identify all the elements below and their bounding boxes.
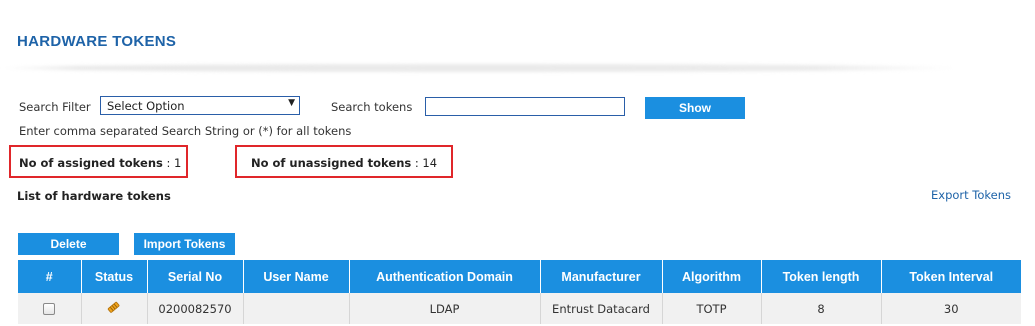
search-hint: Enter comma separated Search String or (… [19,124,352,138]
col-header-algorithm[interactable]: Algorithm [662,260,762,293]
row-select-cell [18,293,82,324]
import-tokens-button[interactable]: Import Tokens [134,233,235,255]
length-cell: 8 [761,293,882,324]
search-filter-value: Select Option [107,99,185,113]
unassigned-count-value: : 14 [414,156,438,170]
col-header-length[interactable]: Token length [761,260,882,293]
search-filter-label: Search Filter [19,100,91,114]
status-cell [81,293,148,324]
col-header-manufacturer[interactable]: Manufacturer [540,260,663,293]
col-header-domain[interactable]: Authentication Domain [349,260,541,293]
pencil-tag-icon [106,300,122,317]
assigned-count: No of assigned tokens : 1 [19,156,181,170]
dropdown-arrow-icon: ▼ [288,98,295,108]
algorithm-cell: TOTP [662,293,762,324]
col-header-serial[interactable]: Serial No [147,260,244,293]
table-row: 0200082570 LDAP Entrust Datacard TOTP 8 … [18,293,1021,324]
show-button[interactable]: Show [645,97,745,119]
unassigned-count: No of unassigned tokens : 14 [251,156,437,170]
interval-cell: 30 [881,293,1021,324]
col-header-interval[interactable]: Token Interval [881,260,1021,293]
tokens-table: # Status Serial No User Name Authenticat… [18,260,1021,324]
page-title: HARDWARE TOKENS [17,33,177,50]
search-tokens-label: Search tokens [331,100,413,114]
col-header-status[interactable]: Status [81,260,148,293]
manufacturer-cell: Entrust Datacard [540,293,663,324]
col-header-user[interactable]: User Name [243,260,350,293]
export-tokens-link[interactable]: Export Tokens [931,188,1011,202]
col-header-index: # [18,260,82,293]
title-divider [0,64,960,72]
table-header-row: # Status Serial No User Name Authenticat… [18,260,1021,293]
assigned-count-value: : 1 [166,156,182,170]
delete-button[interactable]: Delete [18,233,119,255]
search-tokens-input[interactable] [425,97,625,116]
search-filter-select[interactable]: Select Option ▼ [100,96,300,115]
user-cell [243,293,350,324]
list-heading: List of hardware tokens [17,189,171,203]
serial-cell: 0200082570 [147,293,244,324]
domain-cell: LDAP [349,293,541,324]
unassigned-count-label: No of unassigned tokens [251,156,412,170]
row-checkbox[interactable] [43,303,56,315]
assigned-count-label: No of assigned tokens [19,156,163,170]
